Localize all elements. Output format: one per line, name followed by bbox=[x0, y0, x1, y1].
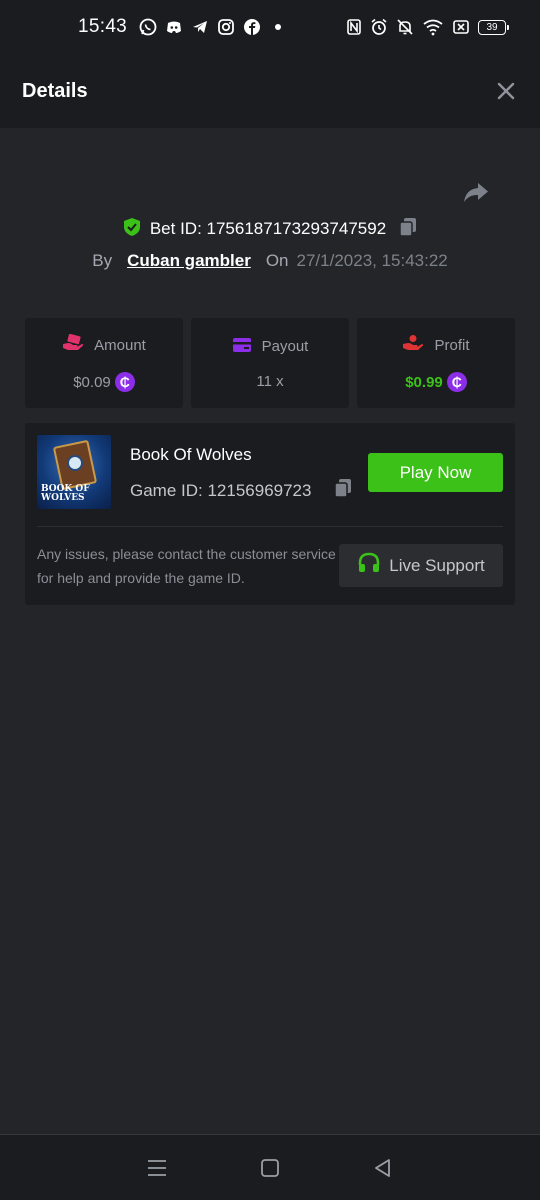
wifi-icon bbox=[422, 18, 444, 36]
instagram-icon bbox=[217, 18, 235, 36]
stat-value: $0.99 bbox=[405, 373, 443, 391]
headset-icon bbox=[357, 551, 381, 580]
game-name: Book Of Wolves bbox=[130, 445, 252, 464]
mute-icon bbox=[396, 18, 414, 36]
coin-icon: ₵ bbox=[114, 372, 135, 392]
user-link[interactable]: Cuban gambler bbox=[127, 251, 251, 271]
on-label: On bbox=[265, 251, 289, 270]
alarm-icon bbox=[370, 18, 388, 36]
system-nav-bar bbox=[0, 1134, 540, 1200]
game-id: Game ID: 12156969723 bbox=[130, 480, 312, 500]
status-time: 15:43 bbox=[78, 16, 128, 37]
eye-art bbox=[67, 455, 83, 471]
copy-icon[interactable] bbox=[333, 477, 353, 504]
status-bar: 15:43 39 bbox=[0, 0, 540, 54]
stat-payout: Payout 11 x bbox=[191, 318, 349, 408]
bet-meta-row: By Cuban gambler On 27/1/2023, 15:43:22 bbox=[0, 247, 540, 275]
telegram-icon bbox=[191, 18, 209, 36]
money-hand-icon bbox=[62, 333, 84, 356]
stat-label: Amount bbox=[94, 336, 146, 354]
details-header: Details bbox=[0, 54, 540, 128]
game-thumbnail[interactable]: BOOK OF WOLVES bbox=[37, 435, 111, 509]
coin-icon: ₵ bbox=[446, 372, 467, 392]
stat-value: $0.09 bbox=[73, 373, 111, 391]
facebook-icon bbox=[243, 18, 261, 36]
battery-icon: 39 bbox=[478, 19, 509, 35]
stat-label: Profit bbox=[434, 336, 470, 354]
stat-profit: Profit $0.99 ₵ bbox=[357, 318, 515, 408]
bet-id: Bet ID: 1756187173293747592 bbox=[149, 219, 387, 238]
dot-icon bbox=[269, 18, 287, 36]
whatsapp-icon bbox=[139, 18, 157, 36]
support-text: Any issues, please contact the customer … bbox=[37, 546, 336, 586]
bet-id-row: Bet ID: 1756187173293747592 bbox=[0, 214, 540, 244]
stat-value: 11 x bbox=[256, 372, 284, 390]
copy-icon[interactable] bbox=[398, 216, 418, 243]
nfc-icon bbox=[346, 18, 362, 36]
notification-icons bbox=[139, 18, 287, 36]
coins-hand-icon bbox=[402, 334, 424, 356]
live-support-button[interactable]: Live Support bbox=[339, 544, 503, 587]
game-card: BOOK OF WOLVES Book Of Wolves Game ID: 1… bbox=[25, 423, 515, 605]
by-label: By bbox=[92, 251, 113, 270]
system-icons: 39 bbox=[346, 18, 509, 36]
shield-check-icon bbox=[122, 217, 142, 242]
divider bbox=[37, 526, 503, 527]
stat-label: Payout bbox=[261, 338, 309, 355]
discord-icon bbox=[165, 18, 183, 36]
share-icon[interactable] bbox=[462, 178, 490, 206]
stat-amount: Amount $0.09 ₵ bbox=[25, 318, 183, 408]
card-icon bbox=[232, 337, 252, 357]
bet-date: 27/1/2023, 15:43:22 bbox=[296, 251, 448, 270]
play-now-button[interactable]: Play Now bbox=[368, 453, 503, 492]
bet-stats: Amount $0.09 ₵ Payout 11 x Profit $0.99 … bbox=[25, 318, 515, 408]
page-title: Details bbox=[22, 79, 88, 102]
live-support-label: Live Support bbox=[389, 555, 485, 575]
game-id-row: Game ID: 12156969723 bbox=[130, 477, 353, 504]
back-icon[interactable] bbox=[371, 1156, 395, 1180]
home-icon[interactable] bbox=[258, 1156, 282, 1180]
game-logo: BOOK OF WOLVES bbox=[41, 484, 90, 503]
sim-icon bbox=[452, 18, 470, 36]
close-icon[interactable] bbox=[494, 79, 518, 103]
menu-icon[interactable] bbox=[145, 1156, 169, 1180]
